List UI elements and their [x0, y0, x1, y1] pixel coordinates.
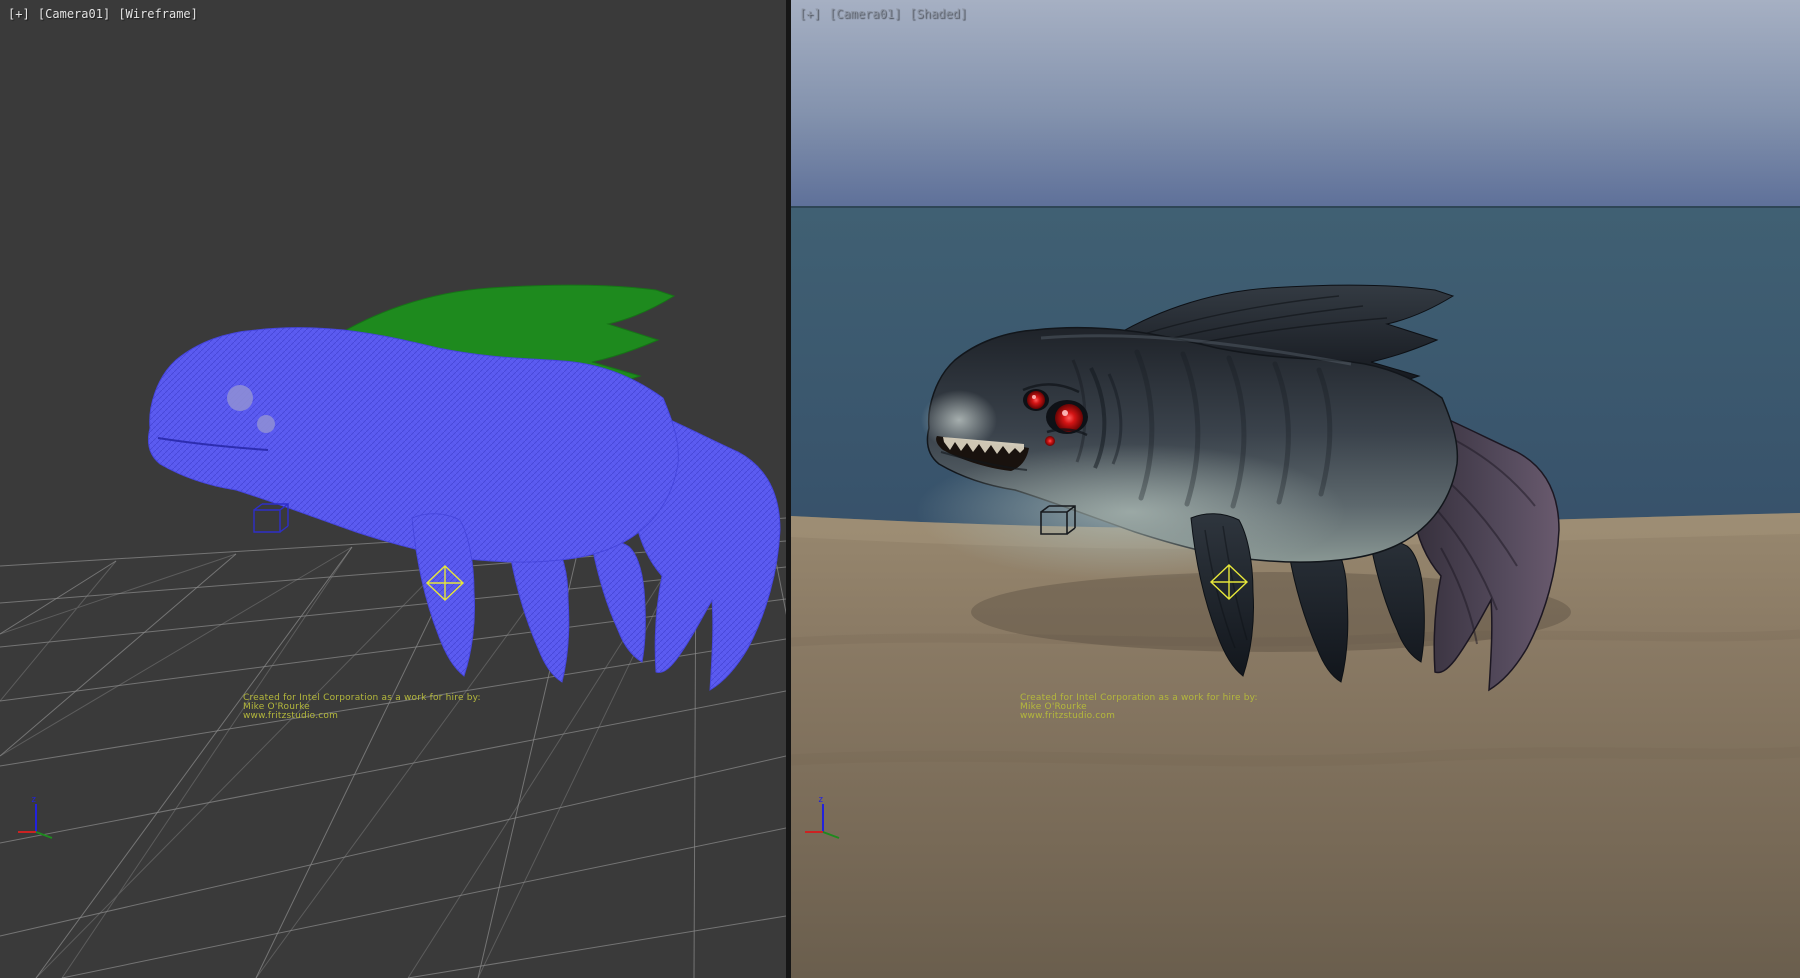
fish-eye-small [1045, 436, 1055, 446]
wireframe-scene[interactable] [0, 0, 786, 978]
viewport-label: [+] [Camera01] [Shaded] [799, 7, 968, 21]
shaded-scene[interactable] [791, 0, 1800, 978]
viewport-camera-button[interactable]: [Camera01] [38, 7, 110, 21]
world-axis-gizmo: z [14, 792, 58, 840]
sky [791, 0, 1800, 208]
world-axis-gizmo: z [801, 792, 845, 840]
scene-annotation: Created for Intel Corporation as a work … [1020, 694, 1258, 721]
fish-eye-mid [1027, 391, 1045, 409]
eye-highlight-small [1032, 395, 1036, 399]
viewport-menu-button[interactable]: [+] [8, 7, 30, 21]
viewport-shading-button[interactable]: [Wireframe] [118, 7, 197, 21]
viewport-wireframe[interactable]: [+] [Camera01] [Wireframe] Created for I… [0, 0, 786, 978]
axis-z-label: z [31, 795, 36, 805]
viewport-menu-button[interactable]: [+] [799, 7, 821, 21]
annotation-line: www.fritzstudio.com [1020, 712, 1258, 721]
annotation-line: www.fritzstudio.com [243, 712, 481, 721]
viewport-shading-button[interactable]: [Shaded] [909, 7, 967, 21]
axis-z-label: z [818, 795, 823, 805]
dummy-box-helper[interactable] [254, 504, 288, 532]
fish-model[interactable] [132, 260, 786, 720]
fish-eye-main [1055, 404, 1083, 432]
viewport-label: [+] [Camera01] [Wireframe] [8, 7, 199, 21]
scene-annotation: Created for Intel Corporation as a work … [243, 694, 481, 721]
dual-viewport-canvas: [+] [Camera01] [Wireframe] Created for I… [0, 0, 1800, 978]
eye-highlight [1062, 410, 1068, 416]
viewport-shaded[interactable]: [+] [Camera01] [Shaded] Created for Inte… [791, 0, 1800, 978]
fish-eye-large [227, 385, 253, 411]
viewport-camera-button[interactable]: [Camera01] [829, 7, 901, 21]
fish-eye-small [257, 415, 275, 433]
